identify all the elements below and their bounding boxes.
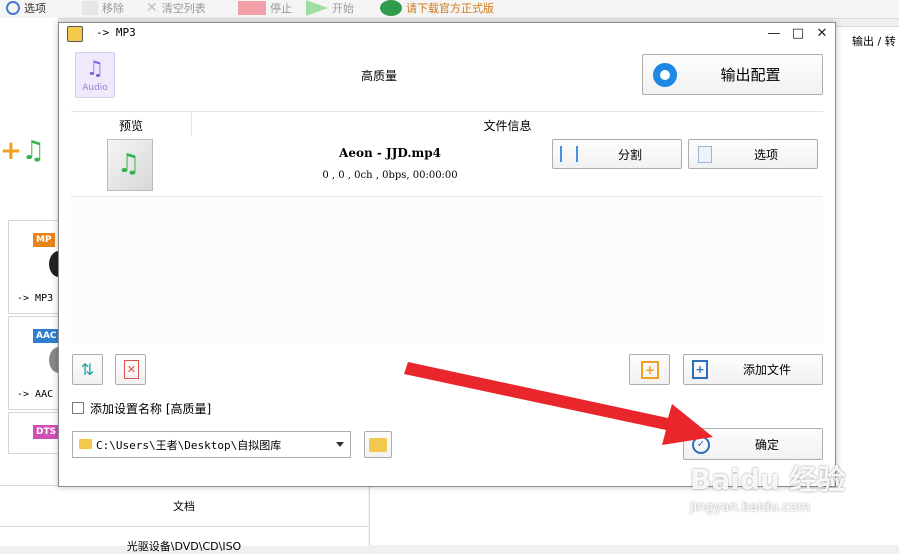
watermark-brand: Baidu 经验 <box>690 463 846 496</box>
watermark: Baidu 经验 jingyan.baidu.com <box>690 448 890 528</box>
watermark-url: jingyan.baidu.com <box>690 500 810 515</box>
